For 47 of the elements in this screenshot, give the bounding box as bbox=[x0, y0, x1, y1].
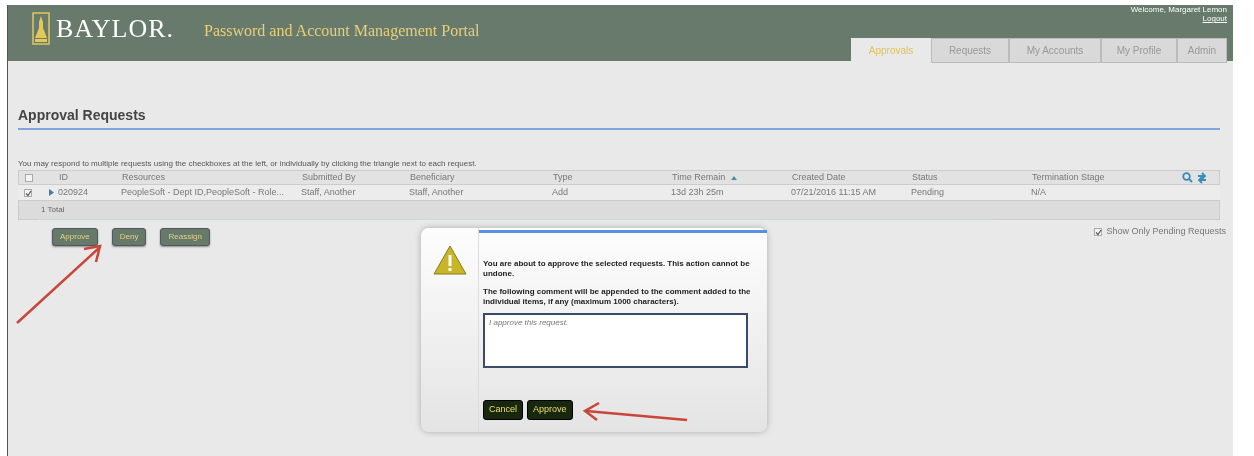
table-cell-text: Add bbox=[552, 185, 569, 199]
action-button[interactable]: Reassign bbox=[160, 228, 210, 246]
section-title: Approval Requests bbox=[18, 105, 1220, 130]
comment-field[interactable]: I approve this request. bbox=[483, 313, 748, 368]
pending-filter-checkbox[interactable] bbox=[1094, 227, 1103, 236]
table-cell-text: Pending bbox=[911, 185, 946, 199]
column-header[interactable]: Submitted By bbox=[302, 171, 410, 185]
table-cell-text: 13d 23h 25m bbox=[671, 185, 725, 199]
logo-text: BAYLOR. bbox=[56, 13, 174, 45]
column-header[interactable]: Type bbox=[553, 171, 672, 185]
column-header[interactable]: Termination Stage bbox=[1032, 171, 1182, 185]
column-header[interactable]: Time Remain bbox=[672, 171, 792, 185]
column-header[interactable]: Beneficiary bbox=[410, 171, 553, 185]
table-cell-text: 07/21/2016 11:15 AM bbox=[791, 185, 877, 199]
nav-tab[interactable]: My Profile bbox=[1101, 38, 1177, 63]
tower-logo-icon bbox=[32, 12, 50, 45]
refresh-icon[interactable] bbox=[1197, 171, 1207, 184]
welcome-text: Welcome, Margaret Lemon bbox=[1130, 5, 1227, 14]
dialog-button[interactable]: Cancel bbox=[483, 400, 523, 420]
logout-link[interactable]: Logout bbox=[1202, 14, 1227, 23]
column-header[interactable]: Resources bbox=[122, 171, 302, 185]
nav-tab[interactable]: Requests bbox=[931, 38, 1009, 63]
warning-icon bbox=[431, 244, 468, 276]
column-header[interactable]: Status bbox=[912, 171, 1032, 185]
column-header[interactable]: Created Date bbox=[792, 171, 912, 185]
expand-triangle-icon[interactable] bbox=[48, 189, 54, 196]
column-header[interactable]: ID bbox=[39, 171, 122, 185]
table-cell-text: Staff, Another bbox=[301, 185, 357, 199]
table-cell-text: N/A bbox=[1031, 185, 1047, 199]
nav-tab[interactable]: Admin bbox=[1177, 38, 1227, 63]
select-all-checkbox[interactable] bbox=[25, 173, 33, 182]
portal-title: Password and Account Management Portal bbox=[204, 20, 480, 42]
table-cell-text: 020924 bbox=[58, 185, 89, 199]
pending-filter-label: Show Only Pending Requests bbox=[1106, 225, 1226, 238]
row-checkbox[interactable] bbox=[24, 188, 32, 197]
dialog-note: The following comment will be appended to the comment added to the individual items, if any (maximum 1000 characters). bbox=[483, 287, 752, 307]
instructions-text: You may respond to multiple requests using the checkboxes at the left, or individually by clicking the triangle next to each request. bbox=[18, 158, 478, 170]
table-cell-text: PeopleSoft - Dept ID,PeopleSoft - Role... bbox=[121, 185, 286, 199]
nav-tab[interactable]: My Accounts bbox=[1009, 38, 1101, 63]
action-button[interactable]: Approve bbox=[52, 228, 98, 246]
sort-arrow-icon[interactable] bbox=[730, 174, 739, 181]
dialog-message: You are about to approve the selected requests. This action cannot be undone. bbox=[483, 259, 751, 279]
search-icon[interactable] bbox=[1182, 171, 1193, 183]
dialog-button[interactable]: Approve bbox=[527, 400, 573, 420]
action-button[interactable]: Deny bbox=[111, 228, 147, 246]
table-cell-text: Staff, Another bbox=[409, 185, 465, 199]
total-count: 1 Total bbox=[41, 204, 65, 216]
